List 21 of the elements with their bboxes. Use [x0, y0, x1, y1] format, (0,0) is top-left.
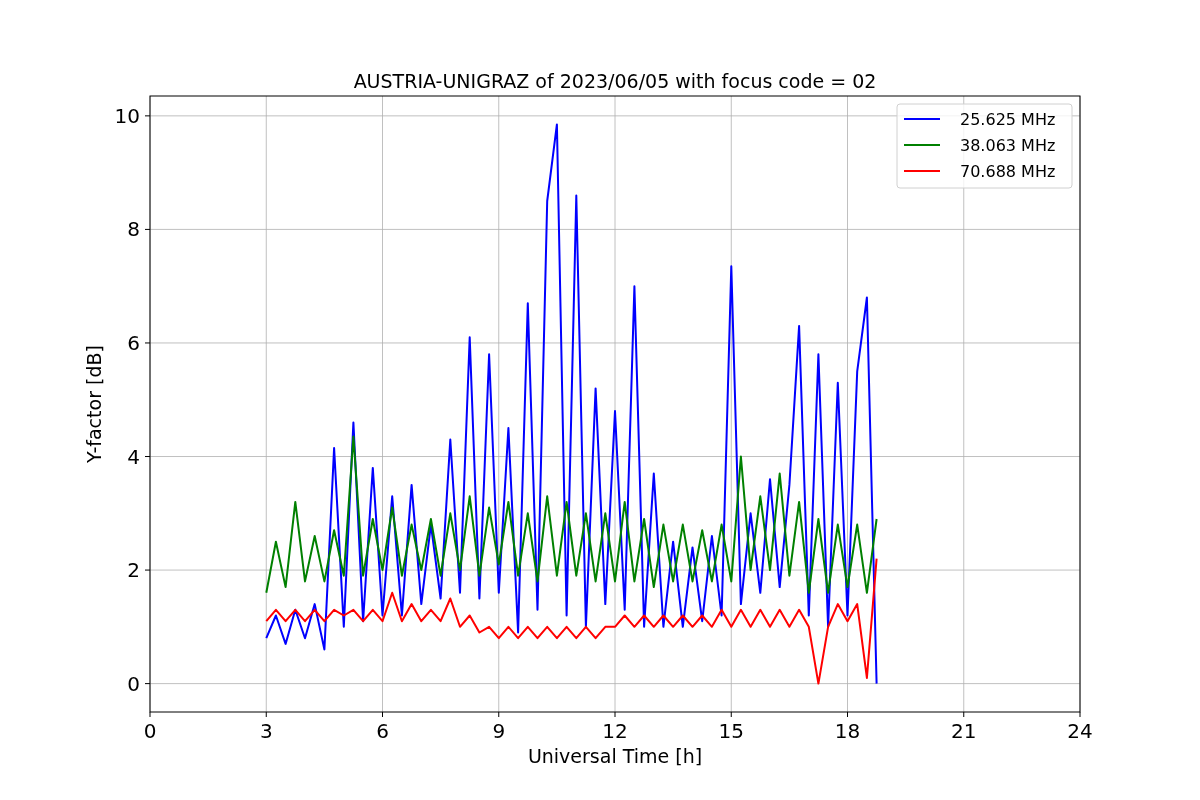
axis-label: Y-factor [dB]	[83, 345, 105, 463]
tick-label: 10	[114, 103, 140, 128]
tick-label: 0	[127, 671, 140, 696]
tick-label: 24	[1067, 719, 1093, 743]
axis-label: Universal Time [h]	[527, 745, 703, 767]
legend-label: 38.063 MHz	[960, 136, 1056, 155]
tick-label: 6	[127, 330, 140, 355]
tick-label: 12	[602, 719, 628, 743]
tick-label: 4	[127, 444, 140, 469]
tick-label: 9	[492, 719, 506, 743]
legend-label: 70.688 MHz	[960, 162, 1056, 181]
tick-label: 6	[376, 719, 389, 743]
tick-label: 15	[718, 719, 744, 743]
chart-title: AUSTRIA-UNIGRAZ of 2023/06/05 with focus code = 02	[353, 70, 877, 92]
legend-label: 25.625 MHz	[960, 110, 1056, 129]
tick-label: 8	[127, 217, 140, 242]
tick-label: 0	[143, 719, 157, 743]
tick-label: 21	[951, 719, 977, 743]
tick-label: 18	[834, 719, 861, 743]
tick-label: 2	[127, 558, 140, 583]
tick-label: 3	[259, 719, 273, 743]
